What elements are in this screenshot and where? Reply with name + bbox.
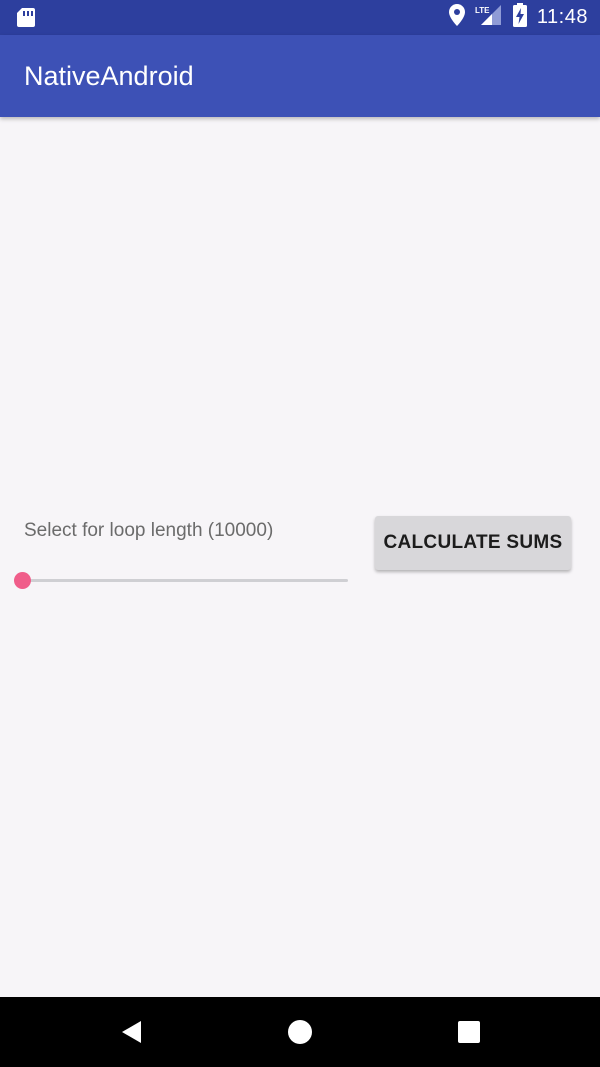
recents-icon[interactable]: [456, 1019, 482, 1045]
loop-length-slider[interactable]: [14, 569, 348, 593]
battery-charging-icon: [512, 3, 527, 32]
app-title: NativeAndroid: [24, 61, 194, 91]
loop-length-label: Select for loop length (10000): [24, 520, 274, 541]
main-content: Select for loop length (10000) CALCULATE…: [0, 117, 600, 997]
slider-track[interactable]: [22, 579, 348, 582]
back-icon[interactable]: [119, 1019, 145, 1045]
status-bar: LTE 11:48: [0, 0, 600, 35]
home-icon[interactable]: [287, 1019, 313, 1045]
location-icon: [448, 4, 465, 31]
app-bar: NativeAndroid: [0, 35, 600, 117]
lte-signal-icon: LTE: [475, 4, 503, 31]
slider-thumb[interactable]: [14, 572, 31, 589]
navigation-bar: [0, 997, 600, 1067]
status-clock: 11:48: [536, 6, 588, 28]
sd-card-icon: [16, 7, 36, 28]
calculate-sums-button[interactable]: CALCULATE SUMS: [375, 516, 571, 570]
svg-text:LTE: LTE: [475, 6, 490, 15]
